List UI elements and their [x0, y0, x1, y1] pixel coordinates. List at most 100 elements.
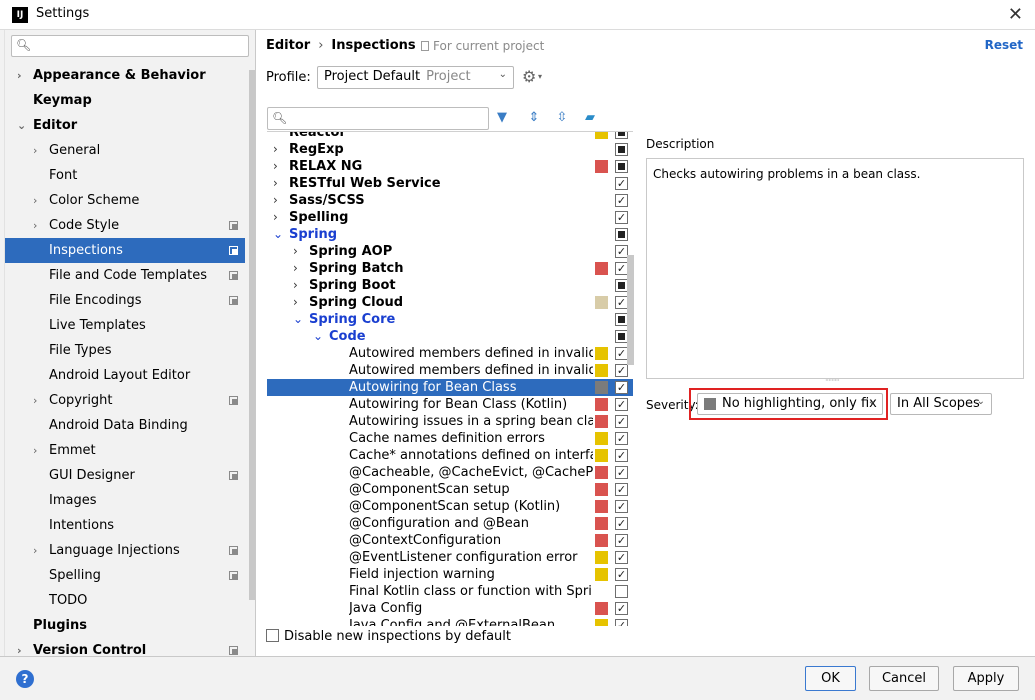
- sidebar-item-plugins[interactable]: Plugins: [5, 613, 245, 638]
- inspections-search-input[interactable]: 🔍︎: [267, 107, 489, 130]
- inspection-enabled-checkbox[interactable]: ✓: [615, 568, 628, 581]
- inspection-row[interactable]: ⌄ Code: [267, 328, 633, 345]
- sidebar-item-android-data-binding[interactable]: Android Data Binding: [5, 413, 245, 438]
- inspection-row[interactable]: Autowiring for Bean Class (Kotlin) ✓: [267, 396, 633, 413]
- sidebar-item-appearance-behavior[interactable]: › Appearance & Behavior: [5, 63, 245, 88]
- inspection-row[interactable]: Autowired members defined in invalid Spr…: [267, 362, 633, 379]
- inspection-row[interactable]: Autowiring issues in a spring bean class…: [267, 413, 633, 430]
- chevron-right-icon[interactable]: ›: [17, 638, 22, 656]
- sidebar-item-spelling[interactable]: Spelling: [5, 563, 245, 588]
- sidebar-item-android-layout-editor[interactable]: Android Layout Editor: [5, 363, 245, 388]
- inspection-enabled-checkbox[interactable]: [615, 160, 628, 173]
- chevron-right-icon[interactable]: ›: [273, 175, 278, 192]
- inspection-enabled-checkbox[interactable]: [615, 143, 628, 156]
- chevron-right-icon[interactable]: ›: [273, 141, 278, 158]
- sidebar-item-code-style[interactable]: › Code Style: [5, 213, 245, 238]
- sidebar-item-gui-designer[interactable]: GUI Designer: [5, 463, 245, 488]
- inspection-enabled-checkbox[interactable]: [615, 132, 628, 139]
- inspection-enabled-checkbox[interactable]: ✓: [615, 364, 628, 377]
- scope-dropdown[interactable]: In All Scopes ⌄: [890, 393, 992, 415]
- inspection-row[interactable]: @ComponentScan setup (Kotlin) ✓: [267, 498, 633, 515]
- chevron-down-icon[interactable]: ⌄: [293, 311, 303, 328]
- inspection-row[interactable]: @ContextConfiguration ✓: [267, 532, 633, 549]
- inspection-row[interactable]: ⌄ Spring Core: [267, 311, 633, 328]
- inspection-enabled-checkbox[interactable]: ✓: [615, 398, 628, 411]
- chevron-right-icon[interactable]: ›: [293, 294, 298, 311]
- collapse-all-icon[interactable]: ⇳: [553, 109, 571, 127]
- sidebar-item-images[interactable]: Images: [5, 488, 245, 513]
- sidebar-item-intentions[interactable]: Intentions: [5, 513, 245, 538]
- profile-dropdown[interactable]: Project Default Project ⌄: [317, 66, 514, 89]
- inspection-row[interactable]: › RESTful Web Service ✓: [267, 175, 633, 192]
- inspection-enabled-checkbox[interactable]: ✓: [615, 619, 628, 626]
- inspection-row[interactable]: Reactor: [267, 132, 633, 141]
- chevron-down-icon[interactable]: ⌄: [273, 226, 283, 243]
- chevron-right-icon[interactable]: ›: [33, 213, 37, 238]
- inspection-row[interactable]: @Configuration and @Bean ✓: [267, 515, 633, 532]
- chevron-down-icon[interactable]: ⌄: [17, 113, 26, 138]
- inspection-enabled-checkbox[interactable]: ✓: [615, 534, 628, 547]
- disable-new-inspections-checkbox[interactable]: [266, 629, 279, 642]
- inspection-enabled-checkbox[interactable]: ✓: [615, 466, 628, 479]
- close-window-icon[interactable]: ✕: [1008, 4, 1023, 25]
- inspection-enabled-checkbox[interactable]: ✓: [615, 177, 628, 190]
- inspection-row[interactable]: › Spring Cloud ✓: [267, 294, 633, 311]
- inspection-row[interactable]: › Spring Boot: [267, 277, 633, 294]
- sidebar-item-file-encodings[interactable]: File Encodings: [5, 288, 245, 313]
- sidebar-item-live-templates[interactable]: Live Templates: [5, 313, 245, 338]
- chevron-right-icon[interactable]: ›: [33, 388, 37, 413]
- inspection-row[interactable]: › Spelling ✓: [267, 209, 633, 226]
- inspection-row[interactable]: Autowired members defined in invalid Spr…: [267, 345, 633, 362]
- sidebar-item-version-control[interactable]: › Version Control: [5, 638, 245, 656]
- inspection-enabled-checkbox[interactable]: ✓: [615, 381, 628, 394]
- inspection-row[interactable]: Cache* annotations defined on interfaces…: [267, 447, 633, 464]
- inspection-enabled-checkbox[interactable]: ✓: [615, 211, 628, 224]
- chevron-down-icon[interactable]: ⌄: [313, 328, 323, 345]
- help-icon[interactable]: ?: [16, 670, 34, 688]
- sidebar-item-todo[interactable]: TODO: [5, 588, 245, 613]
- chevron-right-icon[interactable]: ›: [33, 538, 37, 563]
- inspection-enabled-checkbox[interactable]: ✓: [615, 602, 628, 615]
- inspection-row[interactable]: › Spring AOP ✓: [267, 243, 633, 260]
- severity-dropdown[interactable]: No highlighting, only fix ⌄: [697, 393, 883, 415]
- chevron-right-icon[interactable]: ›: [33, 138, 37, 163]
- chevron-right-icon[interactable]: ›: [293, 260, 298, 277]
- inspection-row[interactable]: › RegExp: [267, 141, 633, 158]
- inspection-row[interactable]: › Sass/SCSS ✓: [267, 192, 633, 209]
- inspection-enabled-checkbox[interactable]: ✓: [615, 500, 628, 513]
- inspection-enabled-checkbox[interactable]: ✓: [615, 449, 628, 462]
- sidebar-item-inspections[interactable]: Inspections: [5, 238, 245, 263]
- apply-button[interactable]: Apply: [953, 666, 1019, 691]
- inspection-row[interactable]: › RELAX NG: [267, 158, 633, 175]
- inspection-row[interactable]: › Spring Batch ✓: [267, 260, 633, 277]
- inspection-enabled-checkbox[interactable]: ✓: [615, 432, 628, 445]
- chevron-right-icon[interactable]: ›: [273, 192, 278, 209]
- sidebar-item-general[interactable]: › General: [5, 138, 245, 163]
- chevron-right-icon[interactable]: ›: [273, 158, 278, 175]
- inspection-enabled-checkbox[interactable]: ✓: [615, 415, 628, 428]
- inspection-row[interactable]: Field injection warning ✓: [267, 566, 633, 583]
- inspection-row[interactable]: @Cacheable, @CacheEvict, @CachePut, @ ✓: [267, 464, 633, 481]
- filter-icon[interactable]: ▼: [493, 109, 511, 127]
- chevron-right-icon[interactable]: ›: [33, 438, 37, 463]
- sidebar-item-emmet[interactable]: › Emmet: [5, 438, 245, 463]
- ok-button[interactable]: OK: [805, 666, 856, 691]
- sidebar-item-color-scheme[interactable]: › Color Scheme: [5, 188, 245, 213]
- chevron-right-icon[interactable]: ›: [293, 243, 298, 260]
- chevron-right-icon[interactable]: ›: [273, 209, 278, 226]
- cancel-button[interactable]: Cancel: [869, 666, 939, 691]
- inspection-row[interactable]: Cache names definition errors ✓: [267, 430, 633, 447]
- gear-icon[interactable]: ⚙: [522, 67, 536, 86]
- inspection-enabled-checkbox[interactable]: ✓: [615, 551, 628, 564]
- expand-all-icon[interactable]: ⇕: [525, 109, 543, 127]
- chevron-right-icon[interactable]: ›: [293, 277, 298, 294]
- inspection-row[interactable]: Java Config ✓: [267, 600, 633, 617]
- inspection-row[interactable]: ⌄ Spring: [267, 226, 633, 243]
- sidebar-item-file-types[interactable]: File Types: [5, 338, 245, 363]
- settings-search-input[interactable]: 🔍︎: [11, 35, 249, 57]
- disable-new-inspections-option[interactable]: Disable new inspections by default: [266, 629, 511, 644]
- sidebar-item-editor[interactable]: ⌄ Editor: [5, 113, 245, 138]
- inspection-enabled-checkbox[interactable]: ✓: [615, 483, 628, 496]
- eraser-reset-icon[interactable]: ▰: [581, 109, 599, 127]
- inspection-row[interactable]: Final Kotlin class or function with Spri…: [267, 583, 633, 600]
